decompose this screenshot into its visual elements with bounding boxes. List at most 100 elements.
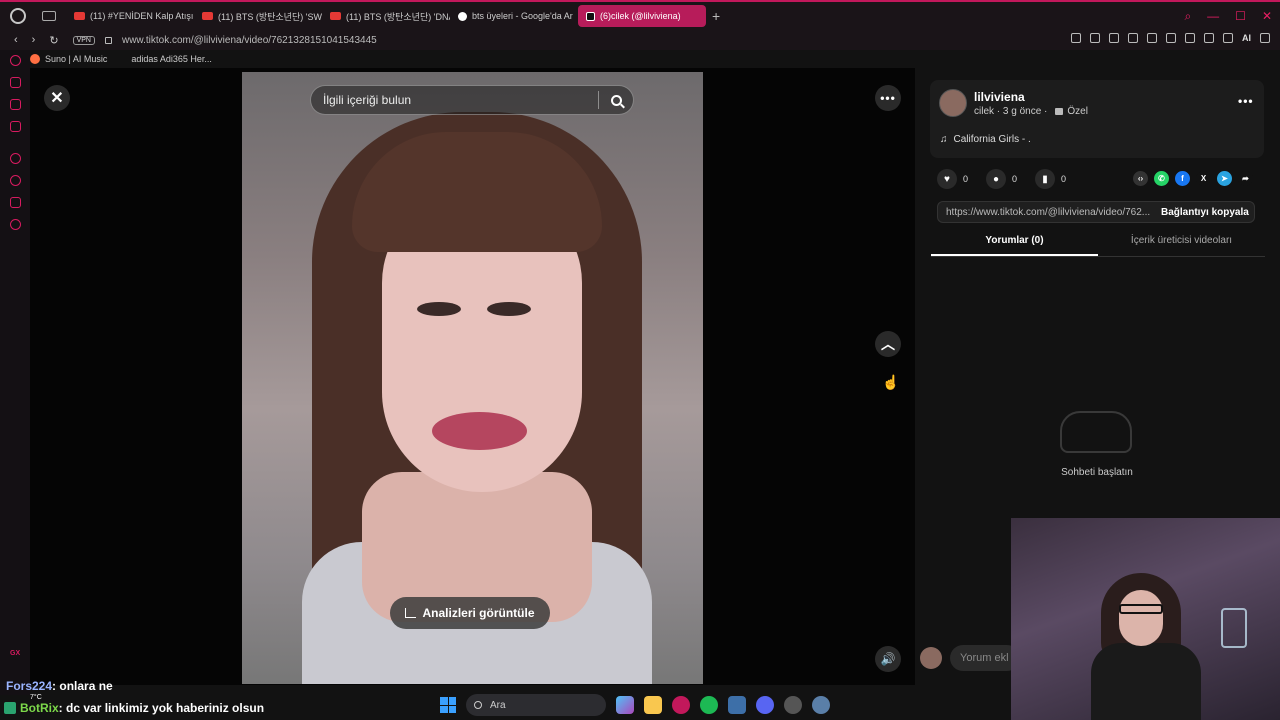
shield-icon[interactable] [1109,33,1119,43]
bookmark-icon[interactable]: ▮ [1035,169,1056,189]
embed-icon[interactable]: ‹› [1133,171,1148,186]
music-info[interactable]: ♫ California Girls - . [940,134,1031,145]
like-count: 0 [963,174,969,184]
facebook-icon[interactable]: f [1175,171,1190,186]
aria-ai-button[interactable]: AI [1242,33,1251,43]
maximize-button[interactable]: ☐ [1235,9,1246,24]
view-analytics-button[interactable]: Analizleri görüntüle [390,597,550,629]
extensions-icon[interactable] [10,197,21,208]
author-more-button[interactable]: ••• [1238,94,1254,108]
webcam-light [1221,608,1247,648]
tab-menu-icon[interactable] [42,11,56,21]
share-link-url[interactable]: https://www.tiktok.com/@lilviviena/video… [938,207,1151,218]
video-frame-eye [417,302,461,316]
play-icon[interactable] [1147,33,1157,43]
chat-text: : dc var linkimiz yok haberiniz olsun [58,701,265,715]
webcam-glasses [1119,604,1163,614]
menu-icon[interactable] [1260,33,1270,43]
tab-creator-videos[interactable]: İçerik üreticisi videoları [1098,235,1265,256]
comment-icon[interactable]: ● [986,169,1007,189]
copilot-icon[interactable] [616,696,634,714]
bookmark-suno[interactable]: Suno | AI Music [30,54,107,64]
bookmark-adidas[interactable]: adidas Adi365 Her... [131,54,212,64]
new-tab-button[interactable]: + [712,8,720,24]
extension-icon[interactable] [1185,33,1195,43]
forward-button[interactable]: › [32,34,36,46]
comment-input[interactable] [950,645,1020,671]
history-icon[interactable] [10,175,21,186]
spotify-icon[interactable] [700,696,718,714]
obs-icon[interactable] [784,696,802,714]
chat-username: BotRix [20,701,59,715]
x-icon[interactable]: X [1196,171,1211,186]
more-options-button[interactable]: ••• [875,85,901,111]
private-lock-icon [1055,108,1064,115]
youtube-icon [202,12,213,20]
copy-link-button[interactable]: Bağlantıyı kopyala [1151,207,1249,218]
taskbar-search-icon [474,701,482,709]
whatsapp-icon[interactable]: ✆ [1154,171,1169,186]
share-link-box: https://www.tiktok.com/@lilviviena/video… [937,201,1255,223]
chat-message: BotRix: dc var linkimiz yok haberiniz ol… [4,701,264,715]
profile-icon[interactable] [1204,33,1214,43]
telegram-icon[interactable]: ➤ [1217,171,1232,186]
opera-logo-icon[interactable] [10,8,26,24]
gx-control-icon[interactable] [10,55,21,66]
comment-count: 0 [1012,174,1018,184]
webcam-overlay [1011,518,1280,720]
previous-video-button[interactable]: ︿ [875,331,901,357]
like-icon[interactable]: ♥ [937,169,957,189]
hand-cursor-icon: ☝ [882,374,900,390]
author-name[interactable]: lilviviena [974,90,1025,104]
search-button[interactable] [599,85,633,115]
browser-tab-active[interactable]: (6)cilek (@lilviviena) [578,5,706,27]
settings-gear-icon[interactable] [812,696,830,714]
related-search-input[interactable] [311,93,598,107]
snapshot-icon[interactable] [1090,33,1100,43]
close-window-button[interactable]: ✕ [1262,9,1272,24]
player-icon[interactable] [10,153,21,164]
file-explorer-icon[interactable] [644,696,662,714]
gx-corner-icon[interactable] [10,99,21,110]
vpn-badge[interactable]: VPN [72,35,95,45]
user-avatar [920,647,942,669]
back-button[interactable]: ‹ [14,34,18,46]
engagement-actions: ♥ 0 ● 0 ▮ 0 [937,169,1078,189]
url-field[interactable]: www.tiktok.com/@lilviviena/video/7621328… [122,35,377,46]
minimize-button[interactable]: — [1207,9,1219,24]
volume-button[interactable]: 🔊 [875,646,901,672]
panel-tabs: Yorumlar (0) İçerik üreticisi videoları [931,235,1265,257]
save-count: 0 [1061,174,1067,184]
chat-username: Fors224 [6,679,53,693]
browser-tab[interactable]: (11) BTS (방탄소년단) 'DNA [322,5,450,27]
browser-tab[interactable]: bts üyeleri - Google'da Ar [450,5,578,27]
heart-icon[interactable] [1166,33,1176,43]
webcam-face [1119,590,1163,646]
download-icon[interactable] [1223,33,1233,43]
lock-icon[interactable] [104,36,112,44]
author-avatar[interactable] [939,89,967,117]
translate-icon[interactable] [1128,33,1138,43]
reload-button[interactable]: ↻ [49,34,58,47]
analytics-chart-icon [405,608,417,618]
twitch-icon[interactable] [10,77,21,88]
tab-comments[interactable]: Yorumlar (0) [931,235,1098,256]
search-icon [610,94,622,106]
windows-start-icon[interactable] [440,697,456,713]
empty-chat-icon [1060,411,1132,453]
messenger-icon[interactable] [10,121,21,132]
pin-icon[interactable] [1071,33,1081,43]
weather-widget[interactable]: 7°C [30,694,42,701]
browser-tab[interactable]: (11) #YENİDEN Kalp Atışı 5 [66,5,194,27]
share-arrow-icon[interactable]: ➦ [1238,171,1253,186]
discord-icon[interactable] [756,696,774,714]
opera-gx-icon[interactable] [672,696,690,714]
search-tabs-icon[interactable]: ⌕ [1184,9,1191,24]
browser-tab[interactable]: (11) BTS (방탄소년단) 'SWI [194,5,322,27]
taskbar-search[interactable]: Ara [466,694,606,716]
video-player[interactable] [242,72,703,684]
youtube-icon [330,12,341,20]
close-video-button[interactable]: ✕ [44,85,70,111]
settings-icon[interactable] [10,219,21,230]
app-icon[interactable] [728,696,746,714]
